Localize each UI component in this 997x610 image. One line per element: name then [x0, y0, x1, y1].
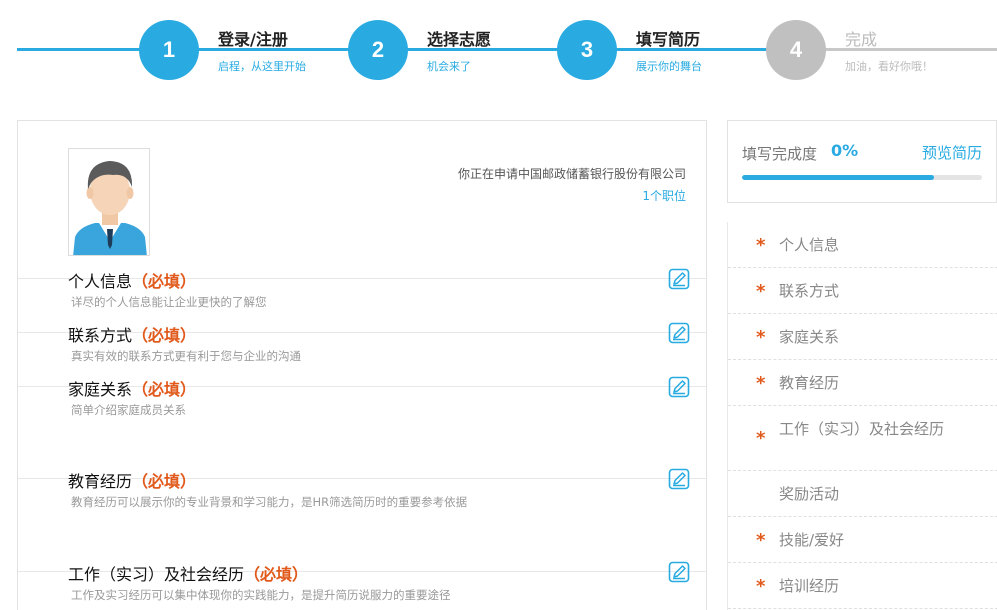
nav-item-label: 技能/爱好 [779, 531, 845, 549]
edit-icon[interactable] [668, 468, 690, 490]
step-number-circle: 3 [557, 20, 617, 80]
section-description: 简单介绍家庭成员关系 [71, 403, 186, 417]
section-title: 个人信息（必填） [68, 268, 196, 292]
nav-item-label: 教育经历 [779, 374, 840, 392]
section-nav: * 个人信息 * 联系方式 * 家庭关系 * 教育经历 * 工作（实习）及社会经… [727, 222, 997, 610]
section-title-text: 联系方式 [68, 326, 133, 345]
step-title: 选择志愿 [427, 30, 492, 49]
nav-item-work-experience[interactable]: * 工作（实习）及社会经历 [728, 406, 997, 471]
step-subtitle: 机会来了 [427, 60, 471, 73]
required-star-icon: * [756, 235, 766, 256]
nav-item-label: 工作（实习）及社会经历 [779, 420, 945, 438]
step-number-circle: 4 [766, 20, 826, 80]
required-mark: （必填） [132, 380, 197, 399]
required-star-icon: * [756, 373, 766, 394]
section-title: 教育经历（必填） [68, 468, 196, 492]
section-title-text: 家庭关系 [68, 380, 133, 399]
step-subtitle: 加油，看好你哦！ [845, 60, 933, 73]
step-subtitle: 展示你的舞台 [636, 60, 702, 73]
section-title-text: 教育经历 [68, 472, 133, 491]
section-title-text: 工作（实习）及社会经历 [68, 565, 245, 584]
required-mark: （必填） [244, 565, 309, 584]
applying-company-text: 你正在申请中国邮政储蓄银行股份有限公司 [457, 167, 686, 181]
section-description: 教育经历可以展示你的专业背景和学习能力，是HR筛选简历时的重要参考依据 [71, 495, 468, 509]
nav-item-label: 培训经历 [779, 577, 840, 595]
step-number-circle: 1 [139, 20, 199, 80]
required-mark: （必填） [132, 272, 197, 291]
completion-label: 填写完成度 [742, 145, 818, 163]
required-star-icon: * [756, 576, 766, 597]
section-title-text: 个人信息 [68, 272, 133, 291]
completion-progress-box: 填写完成度 0% 预览简历 [727, 120, 997, 203]
completion-progress-bar [742, 175, 982, 180]
section-description: 详尽的个人信息能让企业更快的了解您 [71, 295, 267, 309]
nav-item-skills[interactable]: * 技能/爱好 [728, 517, 997, 563]
required-mark: （必填） [132, 326, 197, 345]
nav-item-education[interactable]: * 教育经历 [728, 360, 997, 406]
edit-icon[interactable] [668, 268, 690, 290]
required-star-icon: * [756, 428, 766, 449]
nav-item-awards[interactable]: 奖励活动 [728, 471, 997, 517]
nav-item-label: 联系方式 [779, 282, 840, 300]
edit-icon[interactable] [668, 561, 690, 583]
edit-icon[interactable] [668, 322, 690, 344]
completion-percent: 0% [831, 141, 859, 160]
nav-item-family[interactable]: * 家庭关系 [728, 314, 997, 360]
step-title: 完成 [845, 30, 878, 49]
nav-item-contact[interactable]: * 联系方式 [728, 268, 997, 314]
required-mark: （必填） [132, 472, 197, 491]
avatar-person-icon [69, 149, 149, 255]
step-number-circle: 2 [348, 20, 408, 80]
required-star-icon: * [756, 281, 766, 302]
resume-form-panel: 你正在申请中国邮政储蓄银行股份有限公司 1个职位 个人信息（必填） 详尽的个人信… [17, 120, 707, 610]
nav-item-label: 家庭关系 [779, 328, 840, 346]
nav-item-label: 个人信息 [779, 236, 840, 254]
required-star-icon: * [756, 327, 766, 348]
section-description: 真实有效的联系方式更有利于您与企业的沟通 [71, 349, 301, 363]
section-title: 工作（实习）及社会经历（必填） [68, 561, 308, 585]
nav-item-personal-info[interactable]: * 个人信息 [728, 222, 997, 268]
nav-item-training[interactable]: * 培训经历 [728, 563, 997, 609]
avatar[interactable] [68, 148, 150, 256]
progress-stepper: 1 登录/注册 启程，从这里开始 2 选择志愿 机会来了 3 填写简历 展示你的… [0, 0, 997, 100]
section-title: 家庭关系（必填） [68, 376, 196, 400]
completion-progress-fill [742, 175, 934, 180]
step-subtitle: 启程，从这里开始 [218, 60, 306, 73]
required-star-icon: * [756, 530, 766, 551]
preview-resume-link[interactable]: 预览简历 [922, 142, 982, 163]
step-title: 填写简历 [636, 30, 701, 49]
edit-icon[interactable] [668, 376, 690, 398]
section-title: 联系方式（必填） [68, 322, 196, 346]
section-description: 工作及实习经历可以集中体现你的实践能力，是提升简历说服力的重要途径 [71, 588, 451, 602]
positions-link[interactable]: 1个职位 [642, 187, 686, 204]
nav-item-label: 奖励活动 [779, 485, 840, 503]
step-title: 登录/注册 [218, 30, 288, 49]
